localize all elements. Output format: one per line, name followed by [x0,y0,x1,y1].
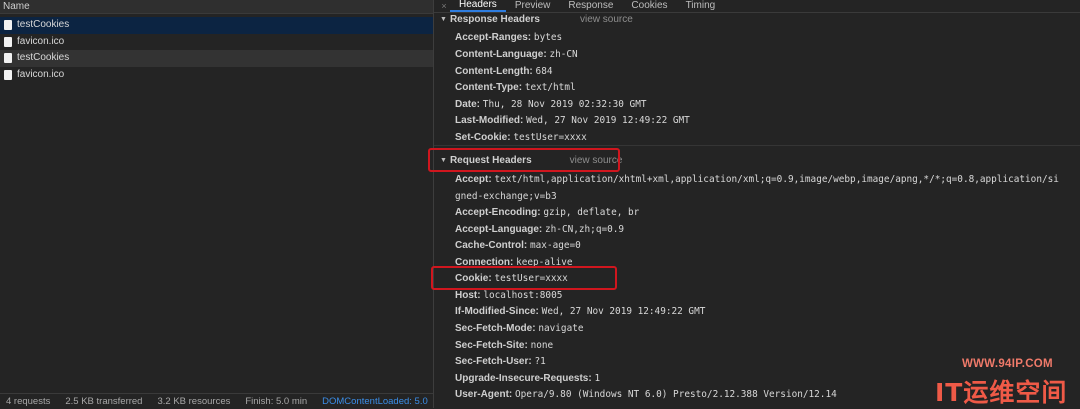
header-value: text/html [524,82,576,93]
header-key: Content-Length: [455,66,533,77]
close-icon[interactable]: × [438,1,450,11]
request-detail-panel: × Headers Preview Response Cookies Timin… [434,0,1080,408]
network-status-bar: 4 requests 2.5 KB transferred 3.2 KB res… [0,393,433,408]
request-list: testCookies favicon.ico testCookies favi… [0,17,433,83]
header-key: Sec-Fetch-Mode: [455,323,536,334]
header-key: Cache-Control: [455,240,528,251]
header-key: Content-Type: [455,82,523,93]
header-row: Content-Length: 684 [455,66,552,77]
header-value: Wed, 27 Nov 2019 12:49:22 GMT [526,115,690,126]
header-value: gzip, deflate, br [543,207,640,218]
header-row: User-Agent: Opera/9.80 (Windows NT 6.0) … [455,389,837,400]
header-value: none [530,340,554,351]
header-row: Host: localhost:8005 [455,290,562,301]
header-key: Date: [455,99,481,110]
header-row-accept: Accept: text/html,application/xhtml+xml,… [455,174,1059,185]
request-count: 4 requests [6,395,51,407]
section-separator [434,145,1080,146]
header-row: Date: Thu, 28 Nov 2019 02:32:30 GMT [455,99,646,110]
header-row: Sec-Fetch-Site: none [455,340,553,351]
header-key: Accept-Ranges: [455,32,532,43]
header-row: Accept-Ranges: bytes [455,32,562,43]
tab-headers[interactable]: Headers [450,0,506,12]
header-value: Opera/9.80 (Windows NT 6.0) Presto/2.12.… [515,389,837,400]
response-view-source-link[interactable]: view source [580,14,633,25]
header-row: Upgrade-Insecure-Requests: 1 [455,373,600,384]
document-icon [4,53,12,64]
header-value: Wed, 27 Nov 2019 12:49:22 GMT [541,306,706,317]
tab-preview[interactable]: Preview [506,0,560,12]
header-key: If-Modified-Since: [455,306,539,317]
header-value: bytes [533,32,563,43]
request-row-testcookies-selected[interactable]: testCookies [0,17,433,34]
transferred-size: 2.5 KB transferred [65,395,143,407]
header-key: Host: [455,290,481,301]
tab-timing[interactable]: Timing [677,0,725,12]
watermark-logo: IT运维空间 [935,378,1068,407]
header-key: Last-Modified: [455,115,524,126]
tab-response[interactable]: Response [559,0,622,12]
response-headers-section-header[interactable]: ▼ Response Headers view source [440,14,633,25]
detail-tabbar: × Headers Preview Response Cookies Timin… [434,0,1080,13]
triangle-down-icon: ▼ [440,16,447,23]
request-name: favicon.ico [17,68,65,80]
request-row-favicon[interactable]: favicon.ico [0,34,433,51]
request-name: testCookies [17,19,70,30]
header-key: Sec-Fetch-User: [455,356,532,367]
header-value: ?1 [534,356,546,367]
header-row: Set-Cookie: testUser=xxxx [455,132,587,143]
header-value: zh-CN,zh;q=0.9 [545,224,625,235]
tab-cookies[interactable]: Cookies [622,0,676,12]
header-key: User-Agent: [455,389,513,400]
header-value: Thu, 28 Nov 2019 02:32:30 GMT [482,99,647,110]
header-row-accept-continuation: gned-exchange;v=b3 [455,191,557,202]
document-icon [4,69,12,80]
name-column-header[interactable]: Name [0,0,433,14]
header-key: Accept-Encoding: [455,207,541,218]
header-row: Content-Type: text/html [455,82,576,93]
header-value: navigate [538,323,584,334]
header-value: zh-CN [549,49,578,60]
cookie-highlight-box [431,266,617,290]
document-icon [4,36,12,47]
header-value: text/html,application/xhtml+xml,applicat… [494,174,1059,185]
header-row: If-Modified-Since: Wed, 27 Nov 2019 12:4… [455,306,705,317]
header-row: Accept-Language: zh-CN,zh;q=0.9 [455,224,624,235]
header-key: Accept-Language: [455,224,543,235]
header-value: 684 [535,66,553,77]
resources-size: 3.2 KB resources [157,395,231,407]
request-row-favicon[interactable]: favicon.ico [0,67,433,84]
dom-content-loaded: DOMContentLoaded: 5.0 [322,395,428,407]
header-value-continuation: gned-exchange;v=b3 [455,191,557,202]
finish-time: Finish: 5.0 min [245,395,308,407]
network-request-panel: Name testCookies favicon.ico testCookies… [0,0,433,408]
request-name: testCookies [17,52,70,63]
header-row: Cache-Control: max-age=0 [455,240,581,251]
watermark-url: WWW.94IP.COM [962,358,1053,370]
header-value: 1 [594,373,601,384]
header-value: testUser=xxxx [513,132,587,143]
response-headers-title: Response Headers [449,14,540,25]
header-key: Accept: [455,174,492,185]
header-row: Content-Language: zh-CN [455,49,578,60]
header-row: Last-Modified: Wed, 27 Nov 2019 12:49:22… [455,115,690,126]
header-value: localhost:8005 [483,290,563,301]
header-key: Set-Cookie: [455,132,511,143]
header-row: Sec-Fetch-Mode: navigate [455,323,584,334]
header-row: Accept-Encoding: gzip, deflate, br [455,207,639,218]
header-value: max-age=0 [530,240,581,251]
request-row-testcookies[interactable]: testCookies [0,50,433,67]
request-name: favicon.ico [17,35,65,47]
header-row: Sec-Fetch-User: ?1 [455,356,546,367]
document-icon [4,20,12,31]
header-key: Upgrade-Insecure-Requests: [455,373,592,384]
name-column-label: Name [3,1,30,12]
header-key: Sec-Fetch-Site: [455,340,528,351]
header-key: Content-Language: [455,49,547,60]
request-headers-highlight-box [428,148,620,172]
